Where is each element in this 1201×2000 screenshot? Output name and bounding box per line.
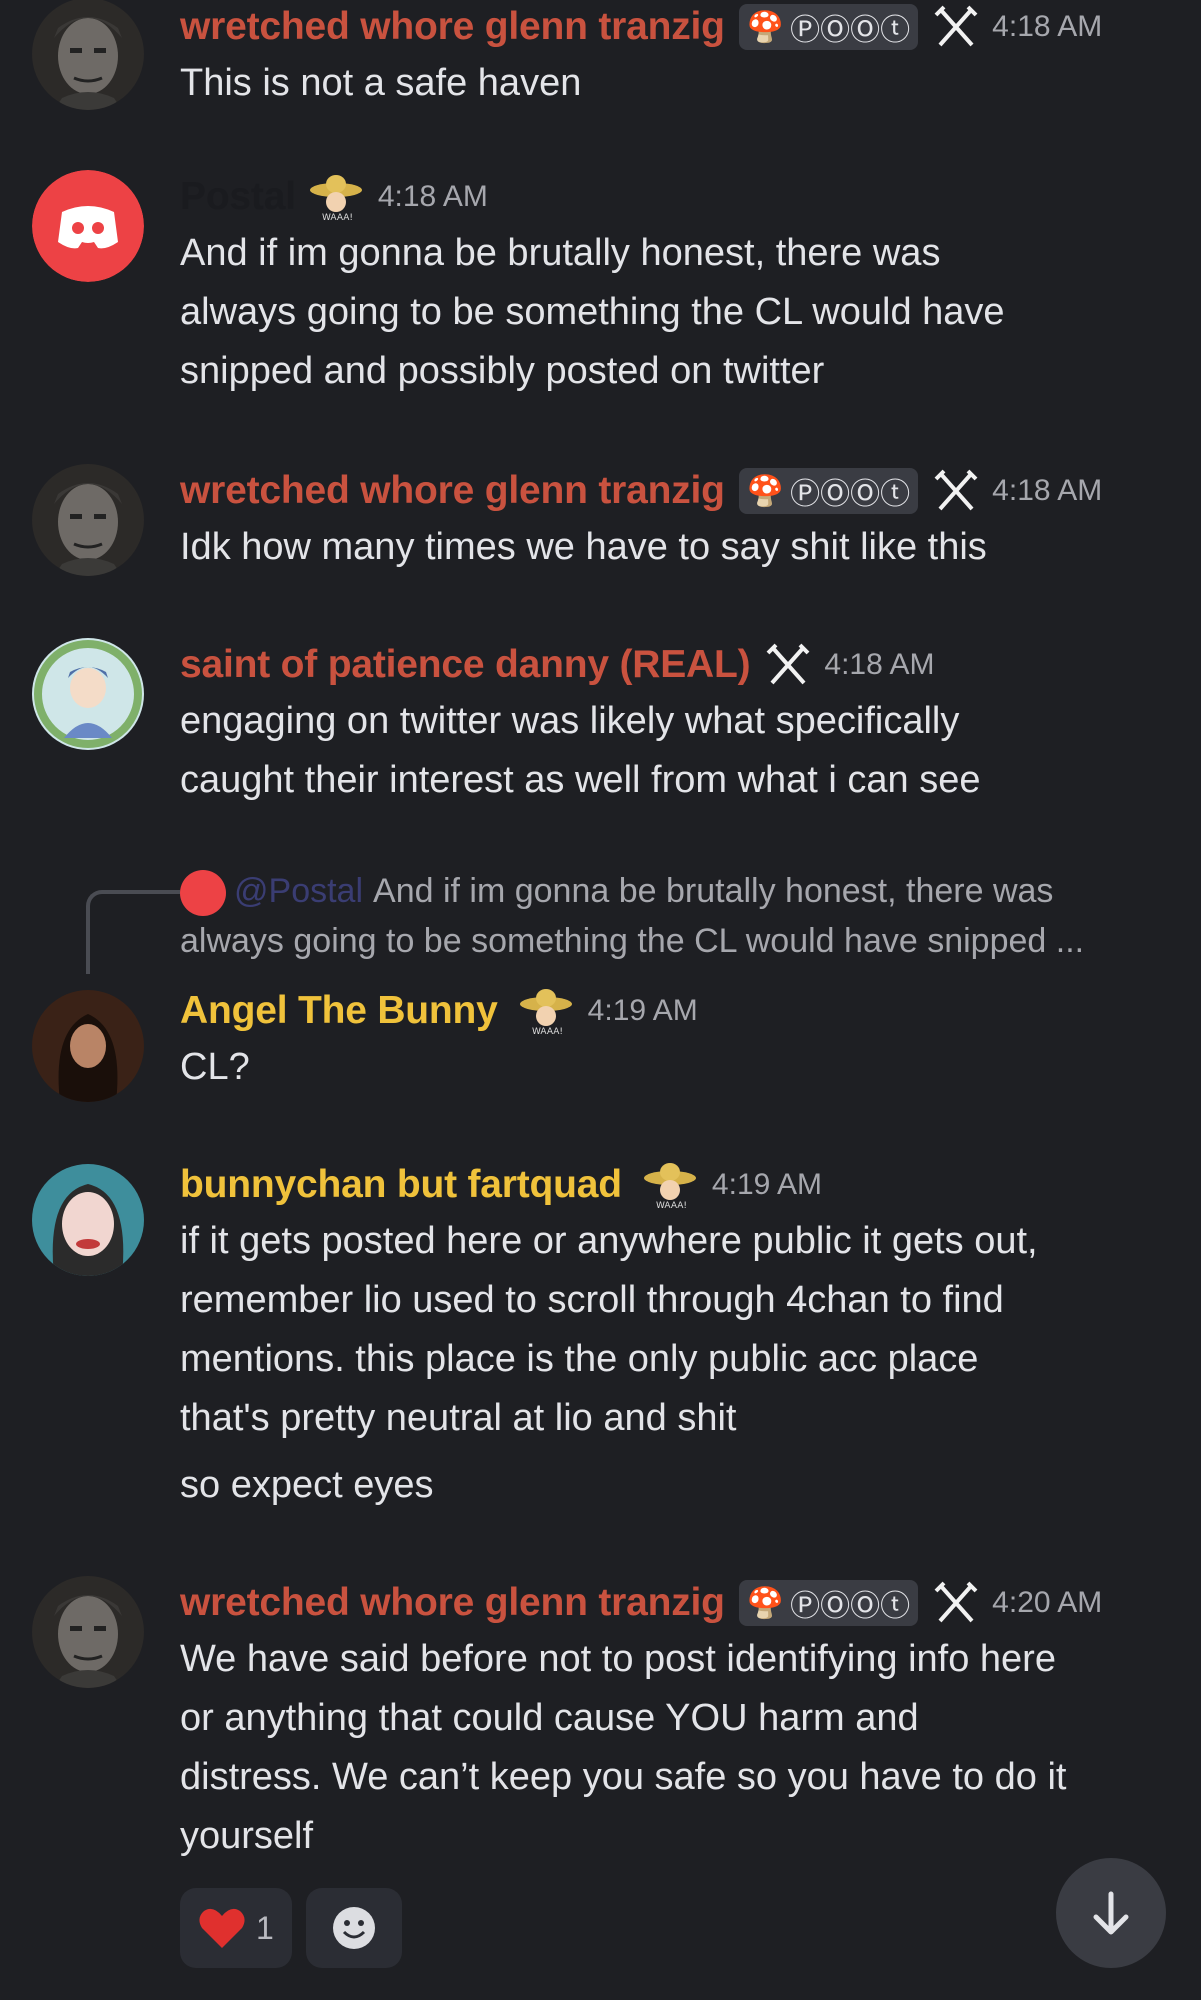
reply-text-cont: always going to be something the CL woul…: [180, 922, 1085, 961]
message-text: if it gets posted here or anywhere publi…: [180, 1220, 1038, 1439]
heart-icon: [199, 1908, 245, 1948]
avatar-glenn[interactable]: [32, 464, 144, 576]
tag-text: ⓅⓄⓄⓣ: [790, 1589, 911, 1624]
mushroom-icon: 🍄: [746, 1585, 785, 1621]
timestamp: 4:18 AM: [824, 648, 935, 681]
avatar-image: [32, 0, 144, 110]
svg-text:WAAA!: WAAA!: [656, 1201, 687, 1210]
tag-text: ⓅⓄⓄⓣ: [790, 477, 911, 512]
avatar-postal[interactable]: [32, 170, 144, 282]
crossed-swords-icon: [934, 5, 978, 47]
timestamp: 4:19 AM: [711, 1168, 822, 1201]
reply-text: And if im gonna be brutally honest, ther…: [373, 872, 1054, 910]
reaction-count: 1: [256, 1909, 274, 1946]
author-name[interactable]: saint of patience danny (REAL): [180, 643, 751, 687]
reply-preview[interactable]: @Postal And if im gonna be brutally hones…: [180, 866, 1171, 966]
timestamp: 4:18 AM: [992, 10, 1103, 43]
crossed-swords-icon: [934, 1581, 978, 1623]
avatar-glenn[interactable]: [32, 0, 144, 110]
crossed-swords-icon: [766, 643, 810, 685]
svg-text:WAAA!: WAAA!: [532, 1027, 563, 1036]
crossed-swords-icon: [934, 469, 978, 511]
timestamp: 4:18 AM: [992, 474, 1103, 507]
author-name[interactable]: wretched whore glenn tranzig: [180, 469, 725, 513]
mushroom-icon: 🍄: [746, 9, 785, 45]
add-reaction-button[interactable]: [305, 1888, 402, 1968]
add-emoji-icon: [332, 1907, 375, 1949]
message-text: This is not a safe haven: [180, 62, 582, 104]
timestamp: 4:20 AM: [992, 1586, 1103, 1619]
author-name[interactable]: Postal: [180, 175, 296, 219]
reply-connector: [86, 890, 180, 974]
avatar-danny[interactable]: [32, 638, 144, 750]
message-text: And if im gonna be brutally honest, ther…: [180, 232, 1005, 392]
author-name[interactable]: Angel The Bunny: [180, 989, 498, 1033]
message-text: We have said before not to post identify…: [180, 1638, 1067, 1857]
sombrero-emoji-icon: WAAA!: [519, 989, 572, 1036]
avatar-image: [32, 1576, 144, 1688]
message-text: engaging on twitter was likely what spec…: [180, 700, 981, 801]
timestamp: 4:19 AM: [587, 994, 698, 1027]
server-tag[interactable]: 🍄 ⓅⓄⓄⓣ: [738, 4, 919, 50]
avatar-bunnychan[interactable]: [32, 1164, 144, 1276]
timestamp: 4:18 AM: [377, 180, 488, 213]
message-text: Idk how many times we have to say shit l…: [180, 526, 987, 568]
server-tag[interactable]: 🍄 ⓅⓄⓄⓣ: [738, 1580, 919, 1626]
avatar-image: [32, 1164, 144, 1276]
server-tag[interactable]: 🍄 ⓅⓄⓄⓣ: [738, 468, 919, 514]
mushroom-icon: 🍄: [746, 473, 785, 509]
sombrero-emoji-icon: WAAA!: [309, 175, 362, 222]
avatar-image: [32, 990, 144, 1102]
jump-to-present-button[interactable]: [1056, 1858, 1166, 1968]
author-name[interactable]: bunnychan but fartquad: [180, 1163, 622, 1207]
avatar-angel[interactable]: [32, 990, 144, 1102]
sombrero-emoji-icon: WAAA!: [643, 1163, 696, 1210]
reply-mention[interactable]: @Postal: [234, 872, 363, 910]
reaction-bar: 1: [180, 1888, 402, 1968]
avatar-glenn[interactable]: [32, 1576, 144, 1688]
message-text: so expect eyes: [180, 1464, 434, 1506]
message-text: CL?: [180, 1046, 250, 1088]
avatar-image: [32, 638, 144, 750]
author-name[interactable]: wretched whore glenn tranzig: [180, 5, 725, 49]
tag-text: ⓅⓄⓄⓣ: [790, 13, 911, 48]
reply-avatar: [180, 870, 226, 917]
author-name[interactable]: wretched whore glenn tranzig: [180, 1581, 725, 1625]
svg-text:WAAA!: WAAA!: [322, 213, 353, 222]
reaction-heart[interactable]: 1: [180, 1888, 292, 1968]
discord-logo-icon: [32, 170, 144, 282]
avatar-image: [32, 464, 144, 576]
arrow-down-icon: [1093, 1891, 1129, 1935]
